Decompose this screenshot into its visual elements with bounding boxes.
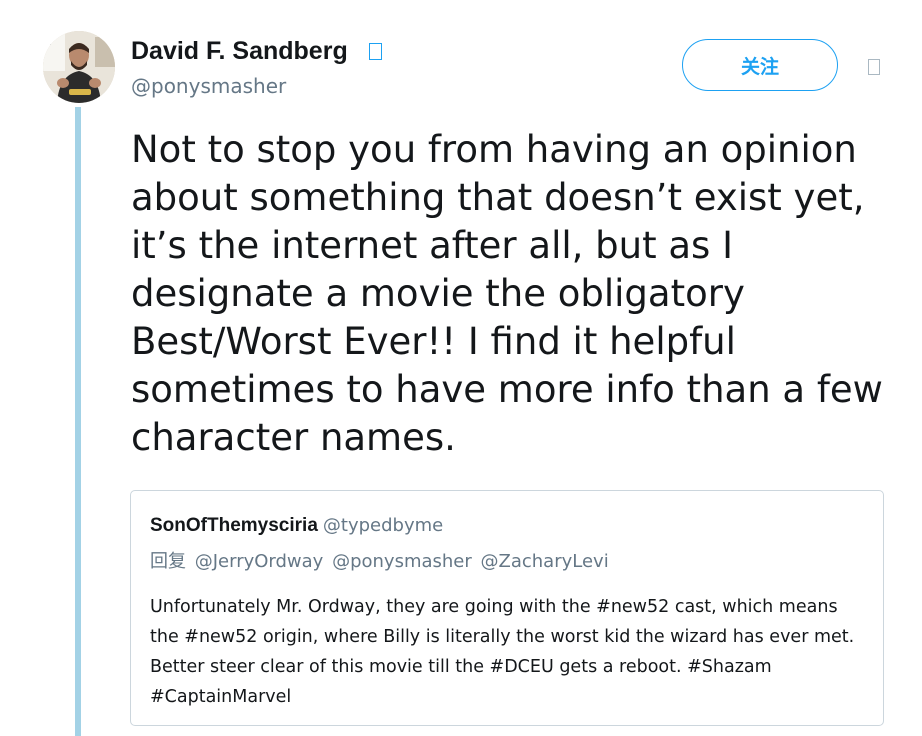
quoted-author-name: SonOfThemysciria bbox=[150, 515, 318, 536]
verified-badge-icon bbox=[369, 43, 382, 60]
mention-link[interactable]: @JerryOrdway bbox=[195, 551, 324, 572]
author-name[interactable]: David F. Sandberg bbox=[131, 36, 348, 66]
quoted-reply-context: 回复 @JerryOrdway @ponysmasher @ZacharyLev… bbox=[150, 551, 609, 573]
caret-down-icon[interactable] bbox=[868, 59, 880, 75]
thread-connector-line bbox=[75, 107, 81, 736]
author-avatar[interactable] bbox=[43, 31, 115, 103]
quoted-tweet-text: Unfortunately Mr. Ordway, they are going… bbox=[150, 597, 855, 707]
quoted-author-handle: @typedbyme bbox=[322, 515, 444, 536]
follow-button[interactable]: 关注 bbox=[682, 39, 838, 91]
reply-prefix-label: 回复 bbox=[150, 551, 186, 572]
quoted-tweet-card[interactable]: SonOfThemysciria @typedbyme 回复 @JerryOrdw… bbox=[130, 490, 884, 726]
mention-link[interactable]: @ZacharyLevi bbox=[481, 551, 609, 572]
quoted-tweet-header: SonOfThemysciria @typedbyme bbox=[150, 515, 443, 537]
author-handle[interactable]: @ponysmasher bbox=[131, 74, 286, 98]
tweet-container: David F. Sandberg @ponysmasher 关注 Not to… bbox=[0, 0, 922, 736]
avatar-photo-icon bbox=[43, 31, 115, 103]
tweet-text: Not to stop you from having an opinion a… bbox=[131, 128, 883, 459]
mention-link[interactable]: @ponysmasher bbox=[332, 551, 472, 572]
